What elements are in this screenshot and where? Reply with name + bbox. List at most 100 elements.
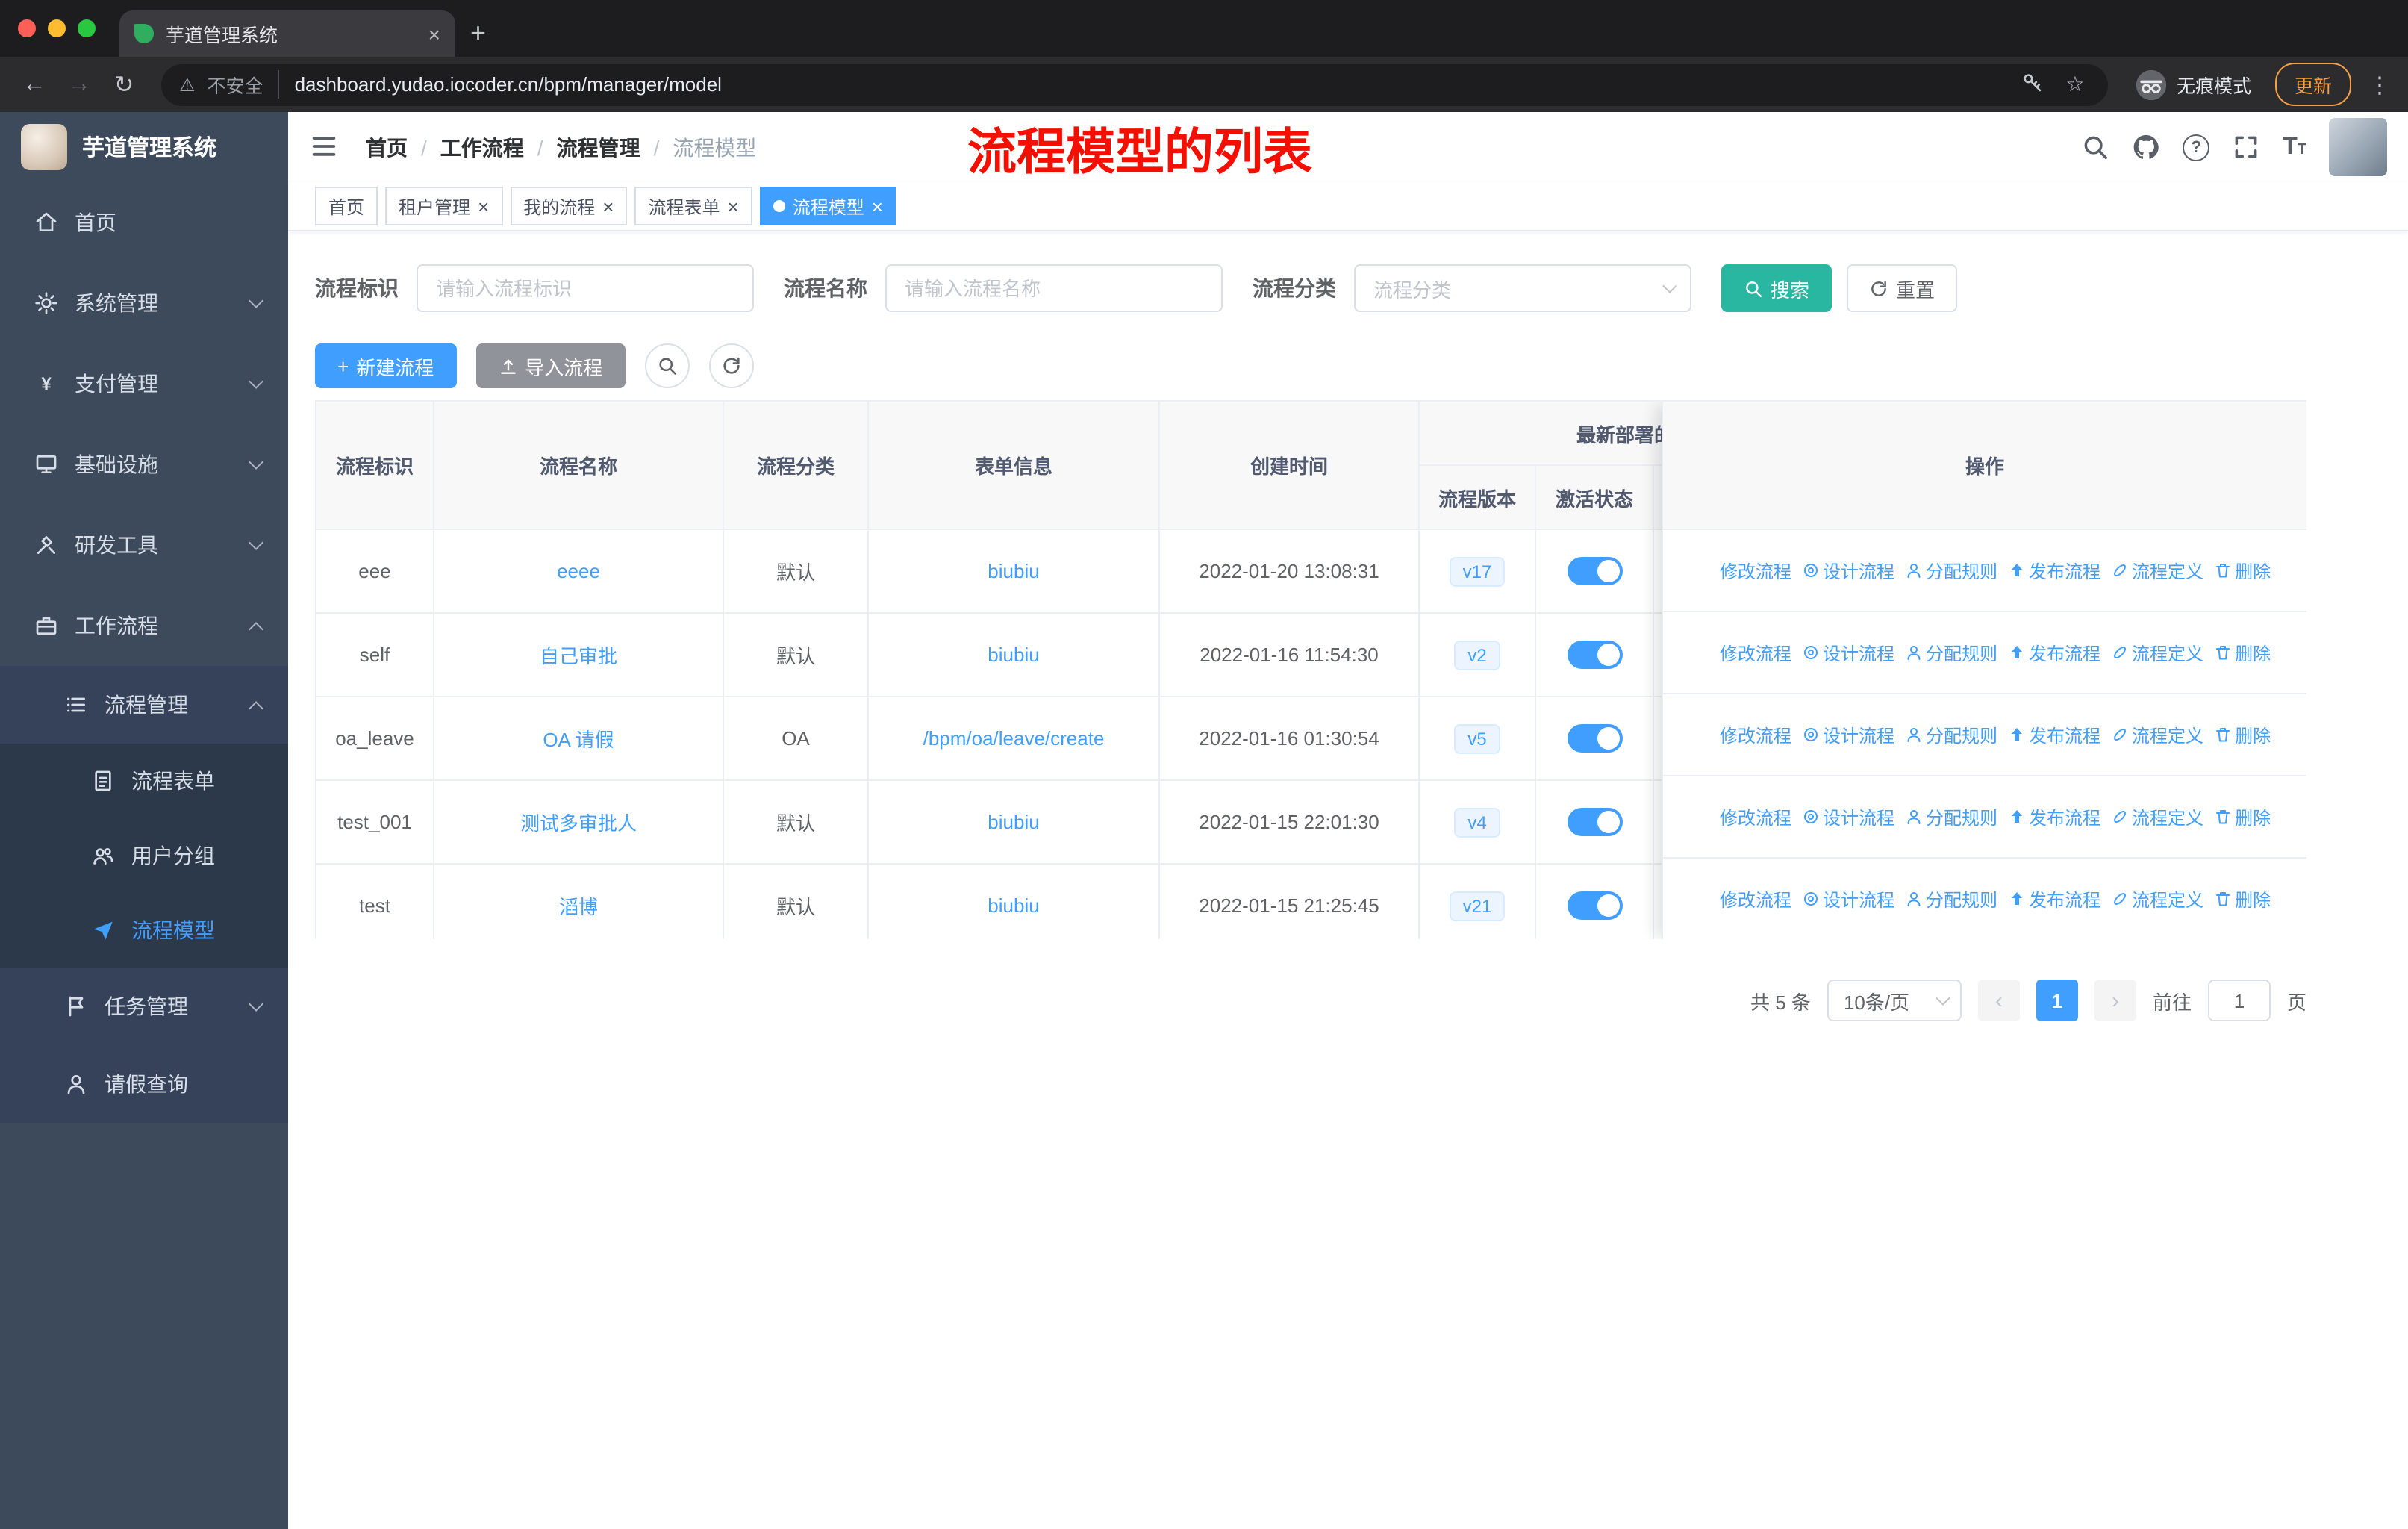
category-select[interactable]: 流程分类	[1354, 264, 1691, 312]
user-avatar[interactable]	[2329, 118, 2387, 176]
minimize-window-button[interactable]	[48, 19, 66, 37]
action-assign[interactable]: 分配规则	[1905, 558, 1997, 583]
action-modify[interactable]: 修改流程	[1699, 886, 1791, 912]
action-modify[interactable]: 修改流程	[1699, 558, 1791, 583]
action-define[interactable]: 流程定义	[2111, 886, 2203, 912]
page-number-1[interactable]: 1	[2036, 980, 2078, 1021]
action-publish[interactable]: 发布流程	[2008, 722, 2100, 747]
process-key-input[interactable]	[417, 264, 754, 312]
action-define[interactable]: 流程定义	[2111, 722, 2203, 747]
bookmark-star-icon[interactable]: ☆	[2060, 72, 2090, 97]
reload-icon[interactable]: ↻	[105, 69, 143, 99]
prev-page-button[interactable]: ‹	[1977, 980, 2020, 1021]
action-modify[interactable]: 修改流程	[1699, 804, 1791, 829]
url-bar[interactable]: ⚠ 不安全 dashboard.yudao.iocoder.cn/bpm/man…	[161, 63, 2108, 105]
close-icon[interactable]: ×	[728, 196, 739, 216]
action-define[interactable]: 流程定义	[2111, 804, 2203, 829]
tab-tag[interactable]: 流程表单 ×	[634, 187, 752, 225]
sidebar-logo[interactable]: 芋道管理系统	[0, 112, 288, 182]
create-process-button[interactable]: + 新建流程	[315, 343, 457, 388]
form-link[interactable]: biubiu	[988, 644, 1039, 666]
action-publish[interactable]: 发布流程	[2008, 640, 2100, 665]
sidebar-item-infra[interactable]: 基础设施	[0, 424, 288, 505]
close-icon[interactable]: ×	[478, 196, 489, 216]
action-delete[interactable]: 删除	[2214, 640, 2271, 665]
action-delete[interactable]: 删除	[2214, 804, 2271, 829]
close-window-button[interactable]	[18, 19, 36, 37]
tab-tag[interactable]: 租户管理 ×	[385, 187, 503, 225]
page-size-select[interactable]: 10条/页	[1827, 980, 1962, 1021]
key-icon[interactable]	[2018, 71, 2048, 98]
active-toggle[interactable]	[1567, 808, 1622, 836]
action-assign[interactable]: 分配规则	[1905, 640, 1997, 665]
github-icon[interactable]	[2132, 133, 2160, 161]
back-icon[interactable]: ←	[15, 71, 54, 98]
process-name-link[interactable]: 滔博	[559, 891, 598, 920]
tab-tag[interactable]: 流程模型 ×	[759, 187, 896, 225]
action-publish[interactable]: 发布流程	[2008, 558, 2100, 583]
active-toggle[interactable]	[1567, 724, 1622, 753]
sidebar-item-user-group[interactable]: 用户分组	[0, 818, 288, 893]
sidebar-item-home[interactable]: 首页	[0, 182, 288, 263]
breadcrumb-item[interactable]: 工作流程	[440, 132, 524, 162]
action-assign[interactable]: 分配规则	[1905, 722, 1997, 747]
action-design[interactable]: 设计流程	[1802, 804, 1894, 829]
action-design[interactable]: 设计流程	[1802, 558, 1894, 583]
goto-page-input[interactable]	[2207, 980, 2271, 1021]
action-define[interactable]: 流程定义	[2111, 558, 2203, 583]
sidebar-item-system[interactable]: 系统管理	[0, 263, 288, 343]
action-delete[interactable]: 删除	[2214, 558, 2271, 583]
action-publish[interactable]: 发布流程	[2008, 804, 2100, 829]
import-process-button[interactable]: 导入流程	[475, 343, 626, 388]
action-design[interactable]: 设计流程	[1802, 886, 1894, 912]
sidebar-item-workflow[interactable]: 工作流程	[0, 585, 288, 666]
tab-tag[interactable]: 我的流程 ×	[510, 187, 628, 225]
font-size-icon[interactable]: TT	[2283, 134, 2306, 159]
hamburger-icon[interactable]	[309, 131, 342, 164]
new-tab-button[interactable]: +	[470, 18, 486, 57]
security-label[interactable]: 不安全	[208, 70, 280, 99]
help-icon[interactable]: ?	[2183, 134, 2210, 161]
form-link[interactable]: biubiu	[988, 560, 1039, 582]
update-button[interactable]: 更新	[2274, 63, 2351, 106]
form-link[interactable]: /bpm/oa/leave/create	[923, 727, 1105, 750]
url-text[interactable]: dashboard.yudao.iocoder.cn/bpm/manager/m…	[292, 73, 2006, 96]
sidebar-item-bpm-model[interactable]: 流程模型	[0, 893, 288, 968]
process-name-link[interactable]: 测试多审批人	[520, 808, 637, 836]
browser-tab[interactable]: 芋道管理系统 ×	[119, 10, 455, 57]
sidebar-item-task-manage[interactable]: 任务管理	[0, 968, 288, 1045]
sidebar-item-leave-query[interactable]: 请假查询	[0, 1045, 288, 1123]
tab-tag[interactable]: 首页	[315, 187, 378, 225]
fullscreen-icon[interactable]	[2232, 133, 2260, 161]
sidebar-item-dev-tools[interactable]: 研发工具	[0, 505, 288, 585]
action-assign[interactable]: 分配规则	[1905, 886, 1997, 912]
sidebar-item-bpm-manage[interactable]: 流程管理	[0, 666, 288, 744]
action-delete[interactable]: 删除	[2214, 886, 2271, 912]
form-link[interactable]: biubiu	[988, 894, 1039, 917]
action-assign[interactable]: 分配规则	[1905, 804, 1997, 829]
action-delete[interactable]: 删除	[2214, 722, 2271, 747]
action-modify[interactable]: 修改流程	[1699, 640, 1791, 665]
search-icon[interactable]	[2081, 133, 2109, 161]
sidebar-item-bpm-form[interactable]: 流程表单	[0, 744, 288, 818]
breadcrumb-item[interactable]: 首页	[366, 132, 408, 162]
reset-button[interactable]: 重置	[1847, 264, 1958, 312]
form-link[interactable]: biubiu	[988, 811, 1039, 833]
toggle-search-button[interactable]	[644, 343, 690, 388]
search-button[interactable]: 搜索	[1721, 264, 1832, 312]
tab-close-icon[interactable]: ×	[428, 22, 440, 46]
process-name-link[interactable]: 自己审批	[540, 641, 617, 669]
zoom-window-button[interactable]	[78, 19, 96, 37]
next-page-button[interactable]: ›	[2094, 980, 2136, 1021]
action-publish[interactable]: 发布流程	[2008, 886, 2100, 912]
refresh-table-button[interactable]	[708, 343, 754, 388]
process-name-link[interactable]: OA 请假	[543, 724, 614, 753]
sidebar-item-pay[interactable]: 支付管理	[0, 343, 288, 424]
browser-menu-icon[interactable]: ⋮	[2366, 71, 2393, 98]
active-toggle[interactable]	[1567, 891, 1622, 920]
active-toggle[interactable]	[1567, 641, 1622, 669]
action-modify[interactable]: 修改流程	[1699, 722, 1791, 747]
action-design[interactable]: 设计流程	[1802, 722, 1894, 747]
process-name-link[interactable]: eeee	[557, 560, 600, 582]
process-name-input[interactable]	[885, 264, 1223, 312]
